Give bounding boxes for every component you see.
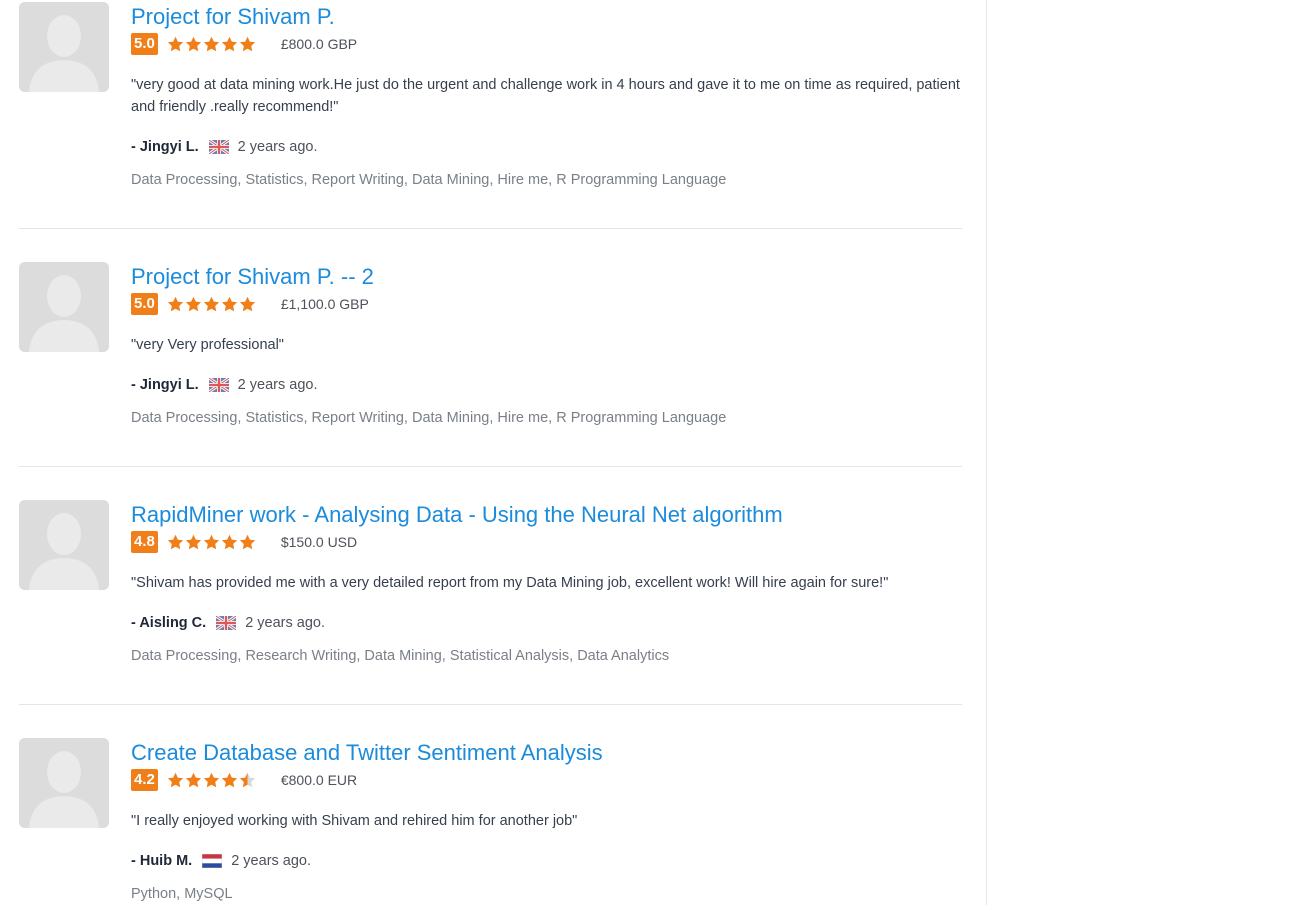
star-full-icon [167,534,184,551]
uk-flag-icon [207,138,230,156]
review-text: "very Very professional" [131,337,284,353]
divider [19,466,962,467]
uk-flag-icon [215,614,238,632]
star-full-icon [239,36,256,53]
star-full-icon [167,772,184,789]
reviewer-name[interactable]: - Huib M. [131,853,192,869]
avatar[interactable] [19,2,109,92]
star-full-icon [239,534,256,551]
reviewer-name[interactable]: - Aisling C. [131,615,206,631]
skills-list: Data Processing, Statistics, Report Writ… [131,172,727,188]
divider [19,704,962,705]
review-text: "I really enjoyed working with Shivam an… [131,813,578,829]
star-full-icon [221,772,238,789]
review-time: 2 years ago. [245,615,325,631]
star-full-icon [185,36,202,53]
project-amount: £800.0 GBP [280,36,358,52]
star-rating [167,36,256,53]
avatar[interactable] [19,500,109,590]
star-full-icon [167,36,184,53]
score-badge: 5.0 [131,33,158,55]
star-rating [167,296,256,313]
score-badge: 5.0 [131,293,158,315]
star-full-icon [203,296,220,313]
review-time: 2 years ago. [237,377,318,393]
star-full-icon [203,36,220,53]
star-full-icon [203,772,220,789]
project-title-link[interactable]: RapidMiner work - Analysing Data - Using… [131,500,962,530]
skills-list: Data Processing, Research Writing, Data … [131,648,670,664]
star-full-icon [221,36,238,53]
star-full-icon [167,296,184,313]
project-title-link[interactable]: Create Database and Twitter Sentiment An… [131,738,962,768]
star-half-icon [239,772,256,789]
reviewer-name[interactable]: - Jingyi L. [131,139,199,155]
divider [19,228,962,229]
project-amount: €800.0 EUR [280,772,358,788]
project-title-link[interactable]: Project for Shivam P. -- 2 [131,262,962,292]
star-full-icon [185,772,202,789]
review-text: "Shivam has provided me with a very deta… [131,575,889,591]
project-amount: £1,100.0 GBP [280,296,369,312]
review-time: 2 years ago. [231,853,312,869]
reviews-list: Project for Shivam P. 5.0 £800.0 GBP "ve… [0,0,986,905]
star-full-icon [185,534,202,551]
review-text: "very good at data mining work.He just d… [131,77,960,115]
skills-list: Data Processing, Statistics, Report Writ… [131,410,727,426]
reviewer-name[interactable]: - Jingyi L. [131,377,199,393]
netherlands-flag-icon [201,853,223,869]
star-rating [167,772,256,789]
star-full-icon [203,534,220,551]
star-full-icon [239,296,256,313]
star-full-icon [221,296,238,313]
uk-flag-icon [207,376,230,394]
skills-list: Python, MySQL [131,886,233,902]
review-time: 2 years ago. [237,139,318,155]
right-sidebar [986,0,1303,905]
score-badge: 4.8 [131,531,158,553]
score-badge: 4.2 [131,769,158,791]
star-rating [167,534,256,551]
avatar[interactable] [19,262,109,352]
avatar[interactable] [19,738,109,828]
project-amount: $150.0 USD [280,534,358,550]
star-full-icon [185,296,202,313]
star-full-icon [221,534,238,551]
project-title-link[interactable]: Project for Shivam P. [131,2,962,32]
